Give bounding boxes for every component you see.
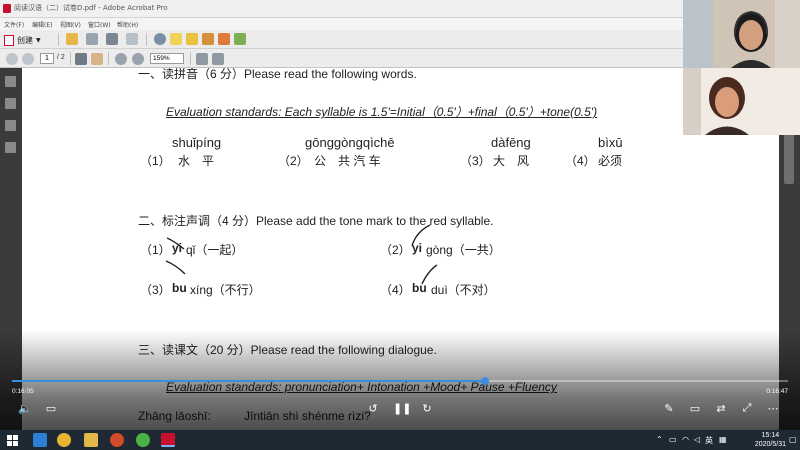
- toolbar-divider: [108, 52, 109, 65]
- clock-time: 15:14: [761, 432, 780, 439]
- menu-window[interactable]: 窗口(W): [88, 20, 111, 29]
- screen: 阅读汉语（二）试卷D.pdf - Adobe Acrobat Pro 文件(F)…: [0, 0, 800, 450]
- pdf-page: 一、读拼音（6 分）Please read the following word…: [22, 68, 779, 430]
- miniplayer-icon[interactable]: ▭: [688, 402, 702, 415]
- bookmarks-icon[interactable]: [5, 98, 16, 109]
- video-progress-fill: [12, 380, 486, 382]
- dialogue-speaker: Zhāng lǎoshī:: [138, 409, 211, 423]
- window-title: 阅读汉语（二）试卷D.pdf - Adobe Acrobat Pro: [14, 4, 168, 12]
- time-total: 0:16:47: [766, 388, 788, 395]
- subtitles-icon[interactable]: ▭: [44, 402, 58, 415]
- page-number-input[interactable]: 1: [40, 53, 54, 64]
- wechat-icon[interactable]: [136, 433, 150, 447]
- tone-mark-stroke: [421, 264, 438, 285]
- save-icon[interactable]: [86, 33, 98, 45]
- next-page-icon[interactable]: [22, 53, 34, 65]
- page-total: / 2: [57, 54, 65, 61]
- handwritten-tone-marks: [165, 224, 438, 285]
- previous-page-icon[interactable]: [6, 53, 18, 65]
- create-button-label: 创建: [17, 35, 33, 45]
- keyboard-icon[interactable]: ▦: [719, 435, 727, 444]
- rewind-icon[interactable]: ↺: [366, 402, 380, 415]
- section3-evaluation-standard: Evaluation standards: pronunciation+ Int…: [166, 380, 557, 394]
- zoom-level-select[interactable]: 159%: [150, 53, 184, 64]
- sign-icon[interactable]: [234, 33, 246, 45]
- title-bar: 阅读汉语（二）试卷D.pdf - Adobe Acrobat Pro: [0, 0, 683, 18]
- webcam-video-2: [683, 68, 800, 135]
- time-elapsed: 0:16:05: [12, 388, 34, 395]
- menu-bar: 文件(F) 编辑(E) 视图(V) 窗口(W) 帮助(H): [0, 18, 683, 30]
- network-icon[interactable]: ▭: [669, 435, 677, 444]
- tone-mark-stroke: [165, 260, 186, 275]
- clock-date: 2020/5/31: [754, 441, 786, 448]
- fullscreen-icon[interactable]: ⤢: [740, 402, 754, 415]
- menu-edit[interactable]: 编辑(E): [32, 20, 52, 29]
- powerpoint-icon[interactable]: [110, 433, 124, 447]
- toolbar-divider: [190, 52, 191, 65]
- email-icon[interactable]: [126, 33, 138, 45]
- section3-heading: 三、读课文（20 分）Please read the following dia…: [138, 343, 437, 357]
- dialogue-line: Jīntiān shì shénme rìzi?: [244, 409, 371, 423]
- zoom-out-icon[interactable]: [115, 53, 127, 65]
- fit-width-icon[interactable]: [212, 53, 224, 65]
- zoom-in-icon[interactable]: [132, 53, 144, 65]
- navigation-toolbar: 1 / 2 159%: [0, 49, 683, 68]
- print-icon[interactable]: [106, 33, 118, 45]
- menu-help[interactable]: 帮助(H): [117, 20, 138, 29]
- highlight-icon[interactable]: [186, 33, 198, 45]
- wifi-icon[interactable]: ◠: [682, 435, 689, 444]
- toolbar-divider: [70, 52, 71, 65]
- mail-app-icon[interactable]: [33, 433, 47, 447]
- zoom-level-value: 159%: [153, 55, 170, 62]
- create-button[interactable]: 创建 ▼: [4, 33, 54, 47]
- pause-icon[interactable]: ❚❚: [393, 402, 411, 415]
- hand-tool-icon[interactable]: [91, 53, 103, 65]
- notifications-icon[interactable]: ▢: [789, 435, 797, 444]
- volume-tray-icon[interactable]: ◁: [694, 435, 700, 444]
- signatures-icon[interactable]: [5, 142, 16, 153]
- tone-mark-stroke: [411, 224, 431, 247]
- fast-forward-icon[interactable]: ↻: [420, 402, 434, 415]
- tray-chevron-up-icon[interactable]: ⌃: [656, 435, 663, 444]
- acrobat-taskbar-icon[interactable]: [161, 433, 175, 447]
- fit-page-icon[interactable]: [196, 53, 208, 65]
- attachments-icon[interactable]: [5, 120, 16, 131]
- navigation-panel: [0, 68, 22, 430]
- menu-file[interactable]: 文件(F): [4, 20, 24, 29]
- settings-gear-icon[interactable]: [154, 33, 166, 45]
- chevron-down-icon: ▼: [36, 36, 41, 44]
- more-options-icon[interactable]: ⋯: [766, 402, 780, 415]
- stamp-icon[interactable]: [202, 33, 214, 45]
- webcam-video-1: [683, 0, 800, 68]
- edit-pen-icon[interactable]: ✎: [662, 402, 676, 415]
- start-windows-icon[interactable]: [6, 433, 20, 447]
- webcam-participant-2[interactable]: [683, 68, 800, 135]
- main-toolbar: 创建 ▼: [0, 30, 683, 49]
- select-cursor-icon[interactable]: [75, 53, 87, 65]
- tone-mark-stroke: [166, 237, 185, 250]
- file-explorer-icon[interactable]: [84, 433, 98, 447]
- menu-view[interactable]: 视图(V): [60, 20, 81, 29]
- toolbar-divider: [146, 33, 147, 46]
- volume-icon[interactable]: 🔈: [18, 402, 32, 415]
- input-method-indicator[interactable]: 英: [705, 435, 713, 446]
- attach-icon[interactable]: [218, 33, 230, 45]
- open-folder-icon[interactable]: [66, 33, 78, 45]
- page-thumbnails-icon[interactable]: [5, 76, 16, 87]
- windows-taskbar: ⌃ ▭ ◠ ◁ 英 ▦ 15:14 2020/5/31 ▢: [0, 430, 800, 450]
- video-progress-bar[interactable]: [12, 377, 788, 385]
- acrobat-app-icon: [3, 4, 11, 13]
- create-pdf-icon: [4, 34, 14, 46]
- system-clock[interactable]: 15:14 2020/5/31: [755, 431, 786, 449]
- toolbar-divider: [58, 33, 59, 46]
- webcam-participant-1[interactable]: [683, 0, 800, 68]
- comment-icon[interactable]: [170, 33, 182, 45]
- chrome-icon[interactable]: [57, 433, 71, 447]
- cast-icon[interactable]: ⇄: [714, 402, 728, 415]
